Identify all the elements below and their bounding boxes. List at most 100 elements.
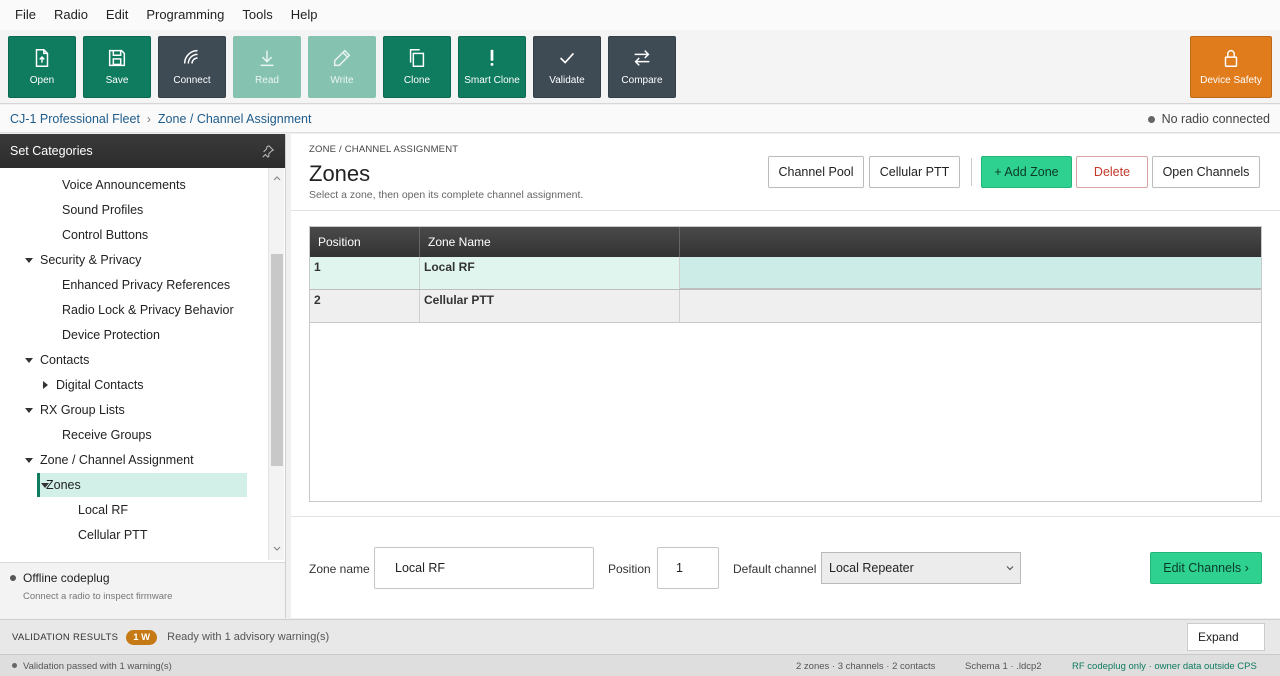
tree-item-cellular-ptt[interactable]: Cellular PTT [78,523,147,547]
menu-bar: File Radio Edit Programming Tools Help [0,0,1280,30]
pin-icon[interactable] [261,144,275,158]
category-panel: Set Categories Voice Announcements Sound… [0,134,286,618]
expanded-triangle-icon[interactable] [24,455,34,465]
status-bar: Validation passed with 1 warning(s) 2 zo… [0,654,1280,676]
exclamation-icon [490,49,494,66]
read-button[interactable]: Read [233,36,301,98]
validation-message: Ready with 1 advisory warning(s) [167,631,330,643]
expanded-triangle-icon[interactable] [40,480,50,490]
tree-item-enhanced-privacy-references[interactable]: Enhanced Privacy References [62,273,230,297]
pencil-icon [333,49,351,67]
open-channels-button[interactable]: Open Channels [1152,156,1260,188]
validation-title: VALIDATION RESULTS [12,631,119,643]
scrollbar-thumb[interactable] [271,254,283,466]
tree-item-digital-contacts[interactable]: Digital Contacts [40,373,144,397]
write-button[interactable]: Write [308,36,376,98]
status-counts: 2 zones · 3 channels · 2 contacts [796,661,936,672]
connection-status: No radio connected [1147,105,1270,133]
tree-item-receive-groups[interactable]: Receive Groups [62,423,152,447]
tree-item-rx-group-lists[interactable]: RX Group Lists [24,398,125,422]
connect-signal-icon [183,49,198,64]
collapsed-triangle-icon[interactable] [40,380,50,390]
channel-pool-button[interactable]: Channel Pool [768,156,864,188]
tree-item-zone-channel-assignment[interactable]: Zone / Channel Assignment [24,448,194,472]
expanded-triangle-icon[interactable] [24,255,34,265]
tree-item-voice-announcements[interactable]: Voice Announcements [62,173,186,197]
menu-tools[interactable]: Tools [233,0,281,30]
status-dot-icon [1147,115,1155,123]
menu-radio[interactable]: Radio [45,0,97,30]
table-row[interactable]: 1 Local RF [310,257,1261,290]
tree-item-local-rf[interactable]: Local RF [78,498,128,522]
cell-filler [680,290,1261,322]
save-button[interactable]: Save [83,36,151,98]
tree-item-contacts[interactable]: Contacts [24,348,89,372]
connect-button[interactable]: Connect [158,36,226,98]
clone-copy-icon [409,49,425,67]
section-label: ZONE / CHANNEL ASSIGNMENT [309,144,459,155]
offline-subtitle: Connect a radio to inspect firmware [23,591,173,602]
validation-bar: VALIDATION RESULTS 1 W Ready with 1 advi… [0,619,1280,654]
expanded-triangle-icon[interactable] [24,405,34,415]
warning-count-badge: 1 W [126,629,158,645]
compare-arrows-icon [634,50,650,66]
cell-zone-name: Cellular PTT [420,290,680,322]
table-header: Position Zone Name [310,227,1261,257]
add-zone-button[interactable]: + Add Zone [981,156,1072,188]
zone-name-input[interactable]: Local RF [374,547,594,589]
device-safety-button[interactable]: Device Safety [1190,36,1272,98]
clone-button[interactable]: Clone [383,36,451,98]
breadcrumb-root[interactable]: CJ-1 Professional Fleet [10,112,140,126]
expanded-triangle-icon[interactable] [24,355,34,365]
chevron-down-icon [1006,566,1014,571]
category-tree: Voice Announcements Sound Profiles Contr… [0,168,268,560]
default-channel-select[interactable]: Local Repeater [821,552,1021,584]
offline-title: Offline codeplug [23,571,110,585]
zones-table: Position Zone Name 1 Local RF 2 Cellular… [309,226,1262,502]
edit-channels-button[interactable]: Edit Channels › [1150,552,1262,584]
zone-name-label: Zone name [309,562,370,576]
save-disk-icon [108,49,126,67]
toolbar: Open Save Connect Read Write Clone Smart… [0,30,1280,104]
scroll-up-icon[interactable] [272,173,282,183]
cellular-ptt-button[interactable]: Cellular PTT [869,156,960,188]
checkmark-icon [559,52,575,64]
offline-status-dot-icon [10,575,16,581]
category-panel-header: Set Categories [0,134,285,168]
column-header-zone-name[interactable]: Zone Name [420,227,680,257]
tree-item-zones[interactable]: Zones [37,473,247,497]
menu-programming[interactable]: Programming [137,0,233,30]
column-header-position[interactable]: Position [310,227,420,257]
tree-item-radio-lock-privacy[interactable]: Radio Lock & Privacy Behavior [62,298,234,322]
position-input[interactable]: 1 [657,547,719,589]
open-button[interactable]: Open [8,36,76,98]
validate-button[interactable]: Validate [533,36,601,98]
tree-item-security-privacy[interactable]: Security & Privacy [24,248,141,272]
scroll-down-icon[interactable] [272,544,282,554]
offline-codeplug-panel: Offline codeplug Connect a radio to insp… [0,562,285,618]
status-schema: Schema 1 · .ldcp2 [965,661,1042,672]
breadcrumb-current[interactable]: Zone / Channel Assignment [158,112,312,126]
compare-button[interactable]: Compare [608,36,676,98]
breadcrumb: CJ-1 Professional Fleet › Zone / Channel… [0,105,1280,133]
menu-help[interactable]: Help [282,0,327,30]
zones-editor: ZONE / CHANNEL ASSIGNMENT Zones Select a… [291,134,1280,618]
delete-button[interactable]: Delete [1076,156,1148,188]
expand-button[interactable]: Expand [1187,623,1265,651]
tree-item-device-protection[interactable]: Device Protection [62,323,160,347]
open-file-icon [35,49,49,67]
menu-edit[interactable]: Edit [97,0,137,30]
column-header-filler [680,227,1261,257]
smart-clone-button[interactable]: Smart Clone [458,36,526,98]
status-bullet-icon [12,663,17,668]
tree-item-control-buttons[interactable]: Control Buttons [62,223,148,247]
tree-scrollbar[interactable] [268,168,284,560]
tree-item-sound-profiles[interactable]: Sound Profiles [62,198,143,222]
table-row[interactable]: 2 Cellular PTT [310,290,1261,323]
cell-position: 1 [310,257,420,289]
menu-file[interactable]: File [6,0,45,30]
breadcrumb-separator: › [146,111,151,126]
cell-position: 2 [310,290,420,322]
page-subtitle: Select a zone, then open its complete ch… [309,189,584,201]
page-title: Zones [309,161,371,186]
